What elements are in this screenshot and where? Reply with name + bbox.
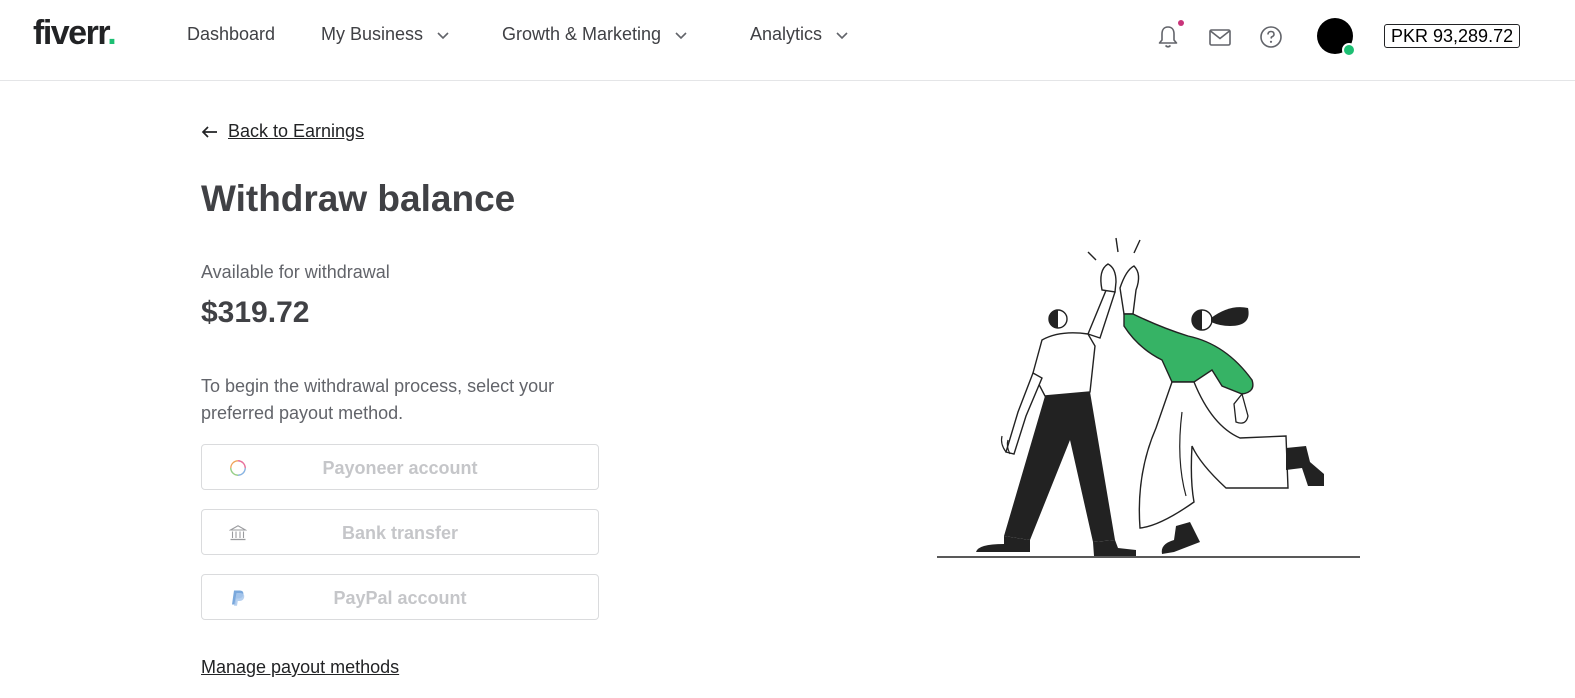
bank-transfer-method-button[interactable]: Bank transfer: [201, 509, 599, 555]
payoneer-method-label: Payoneer account: [322, 458, 478, 478]
nav-my-business-label: My Business: [321, 24, 424, 44]
payoneer-method-button[interactable]: Payoneer account: [201, 444, 599, 490]
envelope-icon[interactable]: [1207, 24, 1233, 50]
chevron-down-icon: [675, 31, 687, 39]
back-link-label: Back to Earnings: [228, 121, 365, 141]
paypal-method-button[interactable]: PayPal account: [201, 574, 599, 620]
logo-text: fiverr: [33, 14, 109, 52]
nav-growth-marketing[interactable]: Growth & Marketing: [502, 24, 687, 45]
online-status-dot: [1342, 43, 1356, 57]
nav-analytics-label: Analytics: [750, 24, 823, 44]
chevron-down-icon: [437, 31, 449, 39]
nav-growth-marketing-label: Growth & Marketing: [502, 24, 662, 44]
bank-transfer-method-label: Bank transfer: [341, 523, 459, 543]
paypal-method-label: PayPal account: [333, 588, 467, 608]
manage-payout-methods-link[interactable]: Manage payout methods: [201, 657, 399, 678]
logo-dot: .: [107, 14, 116, 52]
chevron-down-icon: [836, 31, 848, 39]
nav-my-business[interactable]: My Business: [321, 24, 449, 45]
available-label: Available for withdrawal: [201, 262, 390, 282]
available-amount: $319.72: [201, 296, 310, 329]
help-icon[interactable]: [1258, 24, 1284, 50]
balance-badge[interactable]: PKR 93,289.72: [1384, 24, 1521, 48]
top-navigation-bar: fiverr. Dashboard My Business Growth & M…: [0, 0, 1575, 81]
instructions-text: To begin the withdrawal process, select …: [201, 376, 555, 423]
nav-analytics[interactable]: Analytics: [750, 24, 848, 45]
nav-dashboard-label: Dashboard: [187, 24, 276, 44]
bell-icon[interactable]: [1155, 24, 1181, 50]
fiverr-logo[interactable]: fiverr.: [33, 14, 117, 53]
high-five-illustration: [937, 237, 1360, 558]
arrow-left-icon: [201, 125, 217, 138]
page-title: Withdraw balance: [201, 178, 516, 219]
nav-dashboard[interactable]: Dashboard: [187, 24, 275, 45]
back-to-earnings-link[interactable]: Back to Earnings: [201, 121, 364, 142]
notification-dot: [1178, 20, 1184, 26]
